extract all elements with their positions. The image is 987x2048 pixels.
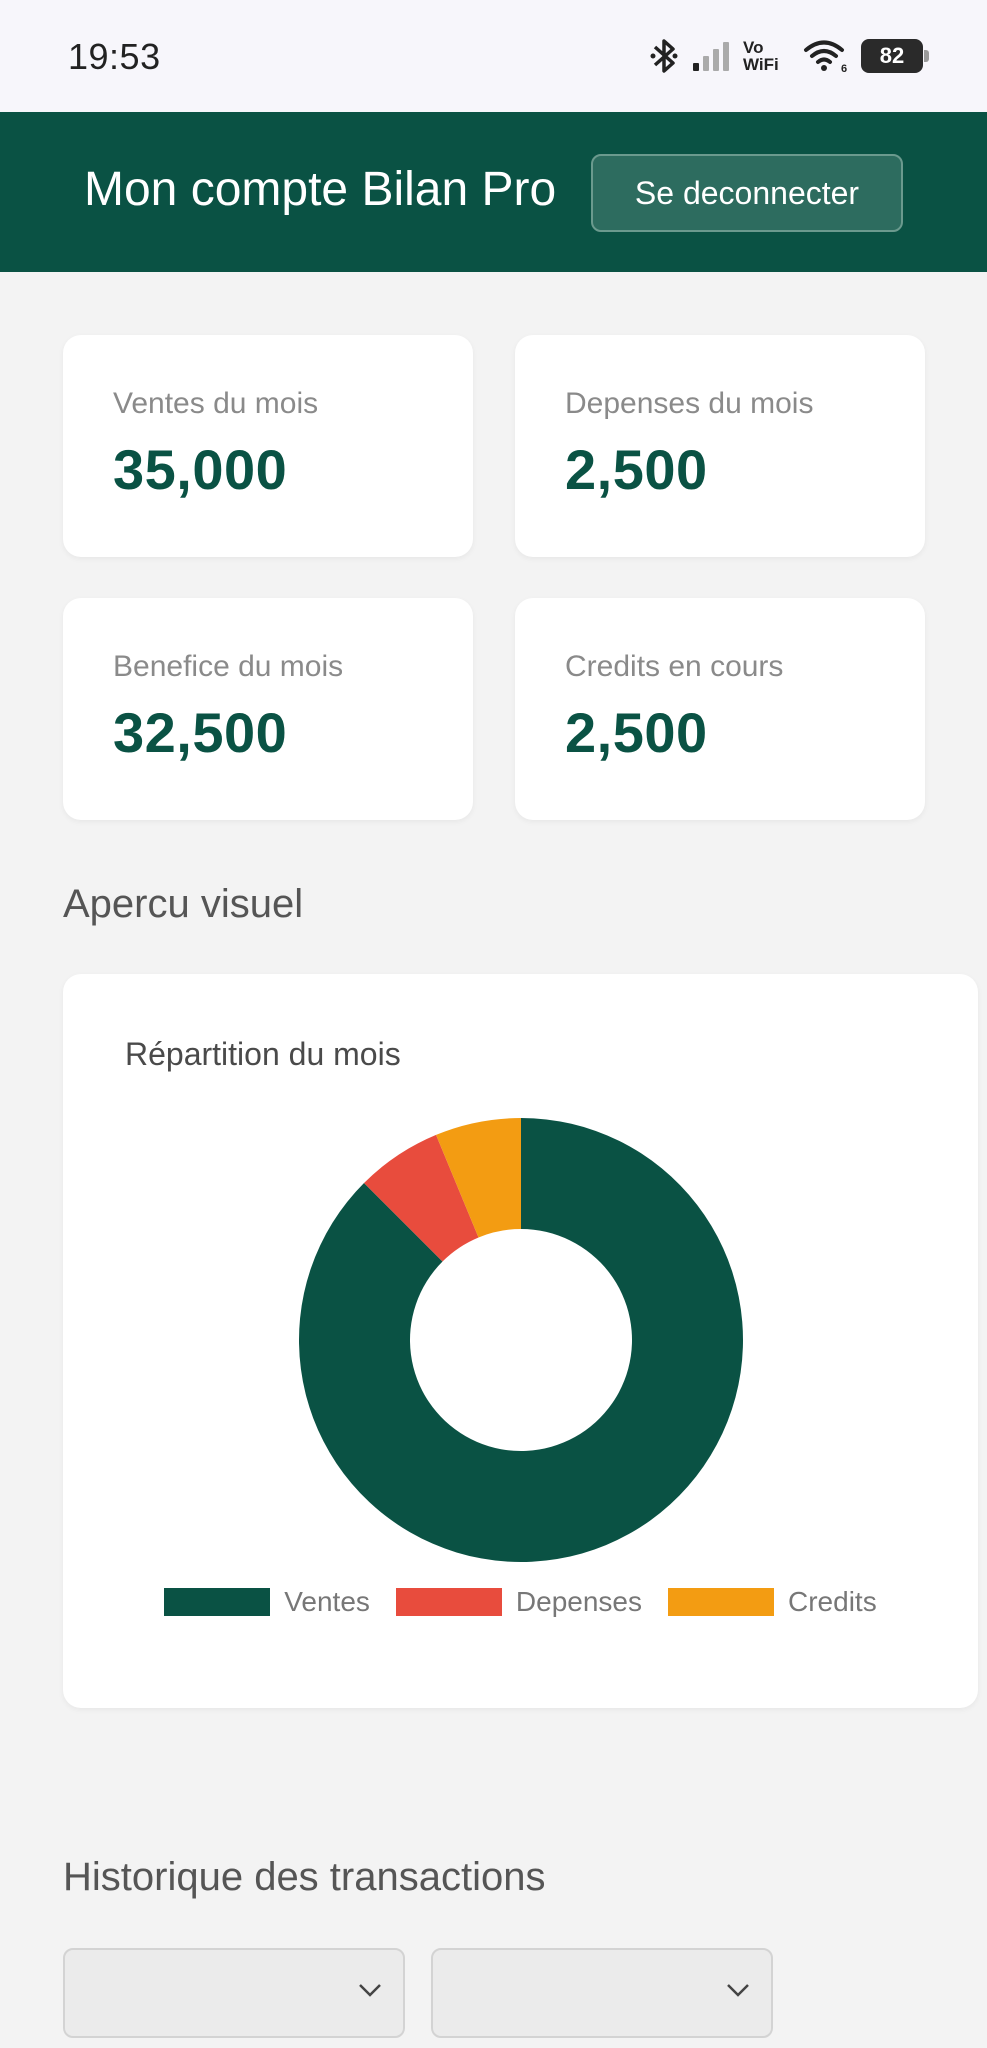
status-time: 19:53 (68, 36, 161, 77)
stat-card-depenses: Depenses du mois 2,500 (515, 335, 925, 557)
legend-item-ventes[interactable]: Ventes (164, 1586, 370, 1618)
stat-card-ventes: Ventes du mois 35,000 (63, 335, 473, 557)
legend-swatch (668, 1588, 775, 1616)
app-header: Mon compte Bilan Pro Se deconnecter (0, 112, 987, 272)
section-title-overview: Apercu visuel (63, 882, 304, 926)
page-title: Mon compte Bilan Pro (84, 163, 557, 216)
stat-value: 2,500 (565, 701, 708, 764)
chevron-down-icon (357, 1982, 383, 2003)
legend-item-credits[interactable]: Credits (668, 1586, 877, 1618)
legend-item-depenses[interactable]: Depenses (395, 1586, 643, 1618)
filter-select-1[interactable] (63, 1948, 405, 2038)
vowifi-top: Vo (743, 38, 764, 57)
legend-label: Credits (788, 1586, 877, 1617)
status-bar: 19:53 Vo WiFi 6 82 (0, 0, 987, 112)
status-icons: Vo WiFi 6 82 (649, 34, 929, 78)
stat-value: 35,000 (113, 438, 288, 501)
filter-select-2[interactable] (431, 1948, 773, 2038)
bluetooth-icon (649, 37, 679, 75)
battery-icon: 82 (861, 39, 929, 73)
legend-label: Depenses (515, 1586, 643, 1617)
stat-value: 2,500 (565, 438, 708, 501)
signal-icon (691, 39, 731, 73)
vowifi-icon: Vo WiFi (743, 39, 791, 73)
donut-chart (299, 1118, 744, 1562)
stat-label: Credits en cours (565, 650, 784, 683)
legend-swatch (395, 1588, 502, 1616)
stat-card-benefice: Benefice du mois 32,500 (63, 598, 473, 820)
chart-legend: Ventes Depenses Credits (63, 1586, 978, 1618)
logout-button[interactable]: Se deconnecter (591, 154, 903, 232)
stat-label: Depenses du mois (565, 387, 814, 420)
legend-swatch (164, 1588, 271, 1616)
stat-value: 32,500 (113, 701, 288, 764)
wifi-icon: 6 (803, 38, 849, 74)
chevron-down-icon (725, 1982, 751, 2003)
section-title-history: Historique des transactions (63, 1855, 546, 1899)
svg-text:6: 6 (841, 63, 847, 74)
legend-label: Ventes (284, 1586, 370, 1617)
stat-label: Benefice du mois (113, 650, 344, 683)
vowifi-bottom: WiFi (743, 55, 779, 74)
stat-card-credits: Credits en cours 2,500 (515, 598, 925, 820)
chart-card: Répartition du mois Ventes Depenses Credit… (63, 974, 978, 1708)
stat-label: Ventes du mois (113, 387, 319, 420)
